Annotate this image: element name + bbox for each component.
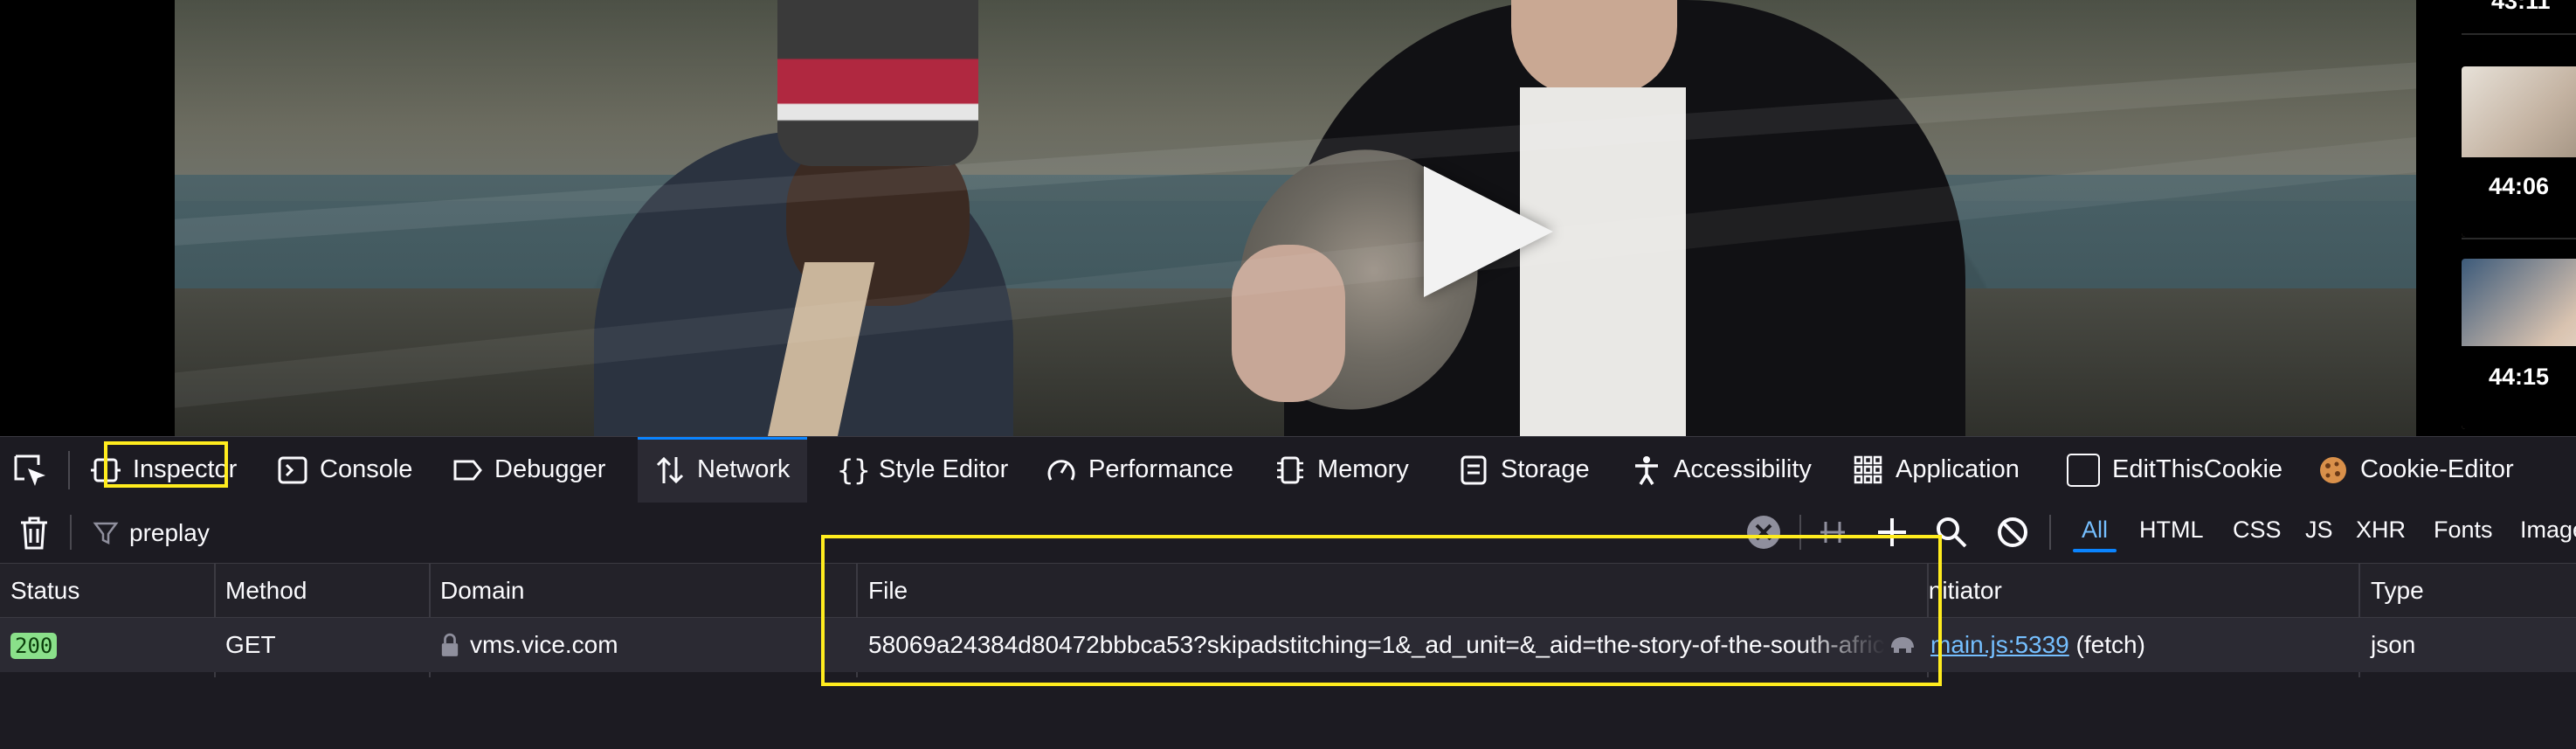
- tab-label: Console: [320, 455, 413, 483]
- editthiscookie-icon: [2067, 453, 2100, 487]
- divider: [2462, 238, 2576, 239]
- pause-icon[interactable]: [1815, 515, 1850, 550]
- tab-label: Performance: [1088, 455, 1234, 483]
- tab-style-editor[interactable]: {} Style Editor: [837, 437, 1008, 503]
- initiator-link[interactable]: main.js:5339: [1930, 631, 2069, 658]
- accessibility-icon: [1635, 455, 1658, 485]
- application-icon: [1854, 455, 1882, 483]
- add-request-icon[interactable]: [1875, 515, 1910, 550]
- network-icon: [656, 456, 684, 483]
- request-table-header: Status Method Domain File Initiator Type: [0, 564, 2576, 618]
- inspector-icon: [91, 454, 121, 485]
- divider: [2049, 515, 2051, 550]
- debugger-icon: [453, 460, 482, 480]
- domain-text: vms.vice.com: [470, 631, 618, 658]
- web-page: 43:11 44:06 44:15: [0, 0, 2576, 436]
- filter-field[interactable]: [87, 513, 786, 553]
- video-duration: 44:06: [2488, 173, 2550, 199]
- tab-label: Accessibility: [1674, 455, 1812, 483]
- network-toolbar: All HTML CSS JS XHR Fonts Images: [0, 503, 2576, 564]
- tab-label: Memory: [1317, 455, 1409, 483]
- devtools-panel: Inspector Console Debugger Network {} St…: [0, 436, 2576, 749]
- filter-type-images[interactable]: Images: [2520, 517, 2576, 544]
- status-badge: 200: [10, 633, 58, 659]
- column-file[interactable]: File: [858, 564, 1927, 617]
- tab-memory[interactable]: Memory: [1275, 437, 1409, 503]
- column-initiator-label: Initiator: [1929, 577, 2002, 604]
- tab-label: EditThisCookie: [2112, 455, 2283, 483]
- trash-icon[interactable]: [19, 516, 49, 551]
- filter-type-fonts[interactable]: Fonts: [2434, 517, 2493, 544]
- tab-inspector[interactable]: Inspector: [91, 437, 237, 503]
- tab-label: Cookie-Editor: [2360, 455, 2514, 483]
- filter-type-all[interactable]: All: [2072, 517, 2117, 552]
- tab-accessibility[interactable]: Accessibility: [1632, 437, 1812, 503]
- tab-label: Storage: [1501, 455, 1590, 483]
- tab-label: Debugger: [494, 455, 606, 483]
- status-cell: 200: [0, 618, 215, 672]
- divider: [68, 451, 70, 489]
- tab-editthiscookie[interactable]: EditThisCookie: [2067, 437, 2282, 503]
- tab-console[interactable]: Console: [278, 437, 412, 503]
- tab-label: Inspector: [133, 455, 238, 483]
- filter-input[interactable]: [128, 518, 655, 548]
- filter-type-xhr[interactable]: XHR: [2356, 517, 2406, 544]
- filter-type-html[interactable]: HTML: [2139, 517, 2204, 544]
- type-cell: json: [2371, 631, 2416, 658]
- tab-label: Network: [697, 455, 791, 483]
- initiator-cause: (fetch): [2075, 631, 2145, 658]
- domain-cell: vms.vice.com: [430, 618, 856, 672]
- tab-label: Application: [1896, 455, 2020, 483]
- tab-storage[interactable]: Storage: [1459, 437, 1590, 503]
- devtools-tabbar: Inspector Console Debugger Network {} St…: [0, 436, 2576, 503]
- tracker-icon: [1891, 637, 1914, 653]
- style-editor-icon: {}: [837, 453, 871, 487]
- divider: [70, 515, 72, 550]
- column-initiator[interactable]: Initiator: [1929, 564, 2360, 617]
- method-cell: GET: [225, 631, 276, 658]
- tab-debugger[interactable]: Debugger: [452, 437, 605, 503]
- lock-icon: [441, 633, 459, 656]
- column-method[interactable]: Method: [215, 564, 430, 617]
- divider: [1799, 515, 1801, 550]
- tab-cookie-editor[interactable]: Cookie-Editor: [2318, 437, 2514, 503]
- block-icon[interactable]: [1995, 515, 2030, 550]
- performance-icon: [1047, 459, 1075, 481]
- video-player[interactable]: [175, 0, 2416, 436]
- memory-icon: [1277, 456, 1303, 483]
- clear-filter-icon[interactable]: [1746, 515, 1781, 550]
- filter-type-js[interactable]: JS: [2305, 517, 2333, 544]
- table-row[interactable]: 200 GET vms.vice.com 58069a24384d80472bb…: [0, 618, 2576, 672]
- video-duration: 44:15: [2488, 364, 2550, 390]
- storage-icon: [1461, 455, 1487, 484]
- divider: [2462, 33, 2576, 35]
- tab-label: Style Editor: [879, 455, 1009, 483]
- related-video-thumbnail[interactable]: 44:15: [2462, 259, 2576, 429]
- tab-network[interactable]: Network: [638, 437, 808, 503]
- search-icon[interactable]: [1934, 515, 1969, 550]
- related-video-thumbnail[interactable]: 44:06: [2462, 66, 2576, 237]
- filter-icon: [93, 522, 119, 545]
- element-picker-icon[interactable]: [12, 453, 49, 489]
- video-beanie: [777, 0, 978, 166]
- initiator-cell: main.js:5339 (fetch): [1929, 618, 2360, 672]
- column-status[interactable]: Status: [0, 564, 215, 617]
- column-type[interactable]: Type: [2360, 564, 2576, 617]
- file-cell: 58069a24384d80472bbbca53?skipadstitching…: [858, 618, 1927, 672]
- column-domain[interactable]: Domain: [430, 564, 856, 617]
- cookie-editor-icon: [2320, 456, 2346, 483]
- console-icon: [278, 456, 307, 483]
- filter-type-css[interactable]: CSS: [2233, 517, 2282, 544]
- play-icon[interactable]: [1424, 166, 1553, 297]
- file-text: 58069a24384d80472bbbca53?skipadstitching…: [868, 631, 1912, 658]
- tab-application[interactable]: Application: [1854, 437, 2020, 503]
- tab-performance[interactable]: Performance: [1046, 437, 1233, 503]
- video-duration: 43:11: [2491, 0, 2551, 14]
